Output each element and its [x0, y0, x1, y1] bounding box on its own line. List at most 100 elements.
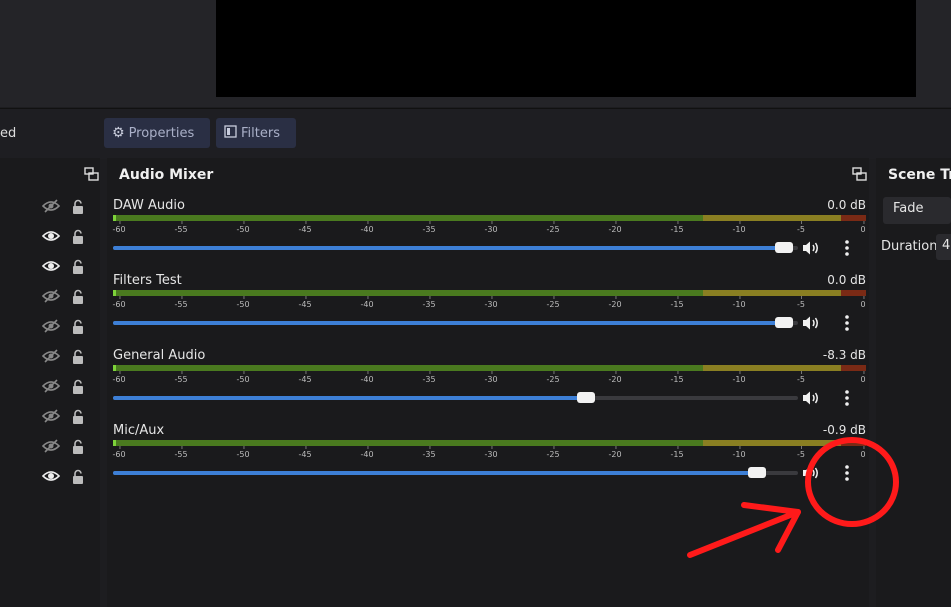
undock-icon[interactable]: [852, 167, 867, 181]
tick-label: -55: [174, 221, 188, 234]
volume-slider[interactable]: [113, 242, 798, 253]
undock-icon[interactable]: [84, 167, 99, 181]
properties-button[interactable]: ⚙ Properties: [104, 118, 210, 148]
kebab-menu-icon[interactable]: [840, 239, 854, 257]
tick-label: -50: [236, 296, 250, 309]
tick-label: -5: [797, 221, 805, 234]
volume-slider[interactable]: [113, 317, 798, 328]
eye-slash-icon[interactable]: [41, 319, 61, 337]
filters-label: Filters: [241, 125, 280, 141]
channel-db-readout: 0.0 dB: [827, 273, 866, 287]
eye-icon[interactable]: [41, 229, 61, 247]
tick-label: -30: [484, 296, 498, 309]
lock-icon[interactable]: [71, 289, 85, 309]
tick-label: -40: [360, 296, 374, 309]
eye-slash-icon[interactable]: [41, 409, 61, 427]
channel-name: Mic/Aux: [113, 423, 165, 438]
filters-button[interactable]: Filters: [216, 118, 296, 148]
tick-label: -60: [112, 221, 126, 234]
meter-scale: -60 -55 -50 -45 -40 -35 -30 -25 -20 -15 -10 -5 0: [112, 371, 866, 389]
speaker-icon[interactable]: [802, 390, 820, 406]
volume-slider-handle[interactable]: [747, 467, 766, 478]
eye-slash-icon[interactable]: [41, 439, 61, 457]
tick-label: -35: [422, 296, 436, 309]
tick-label: -40: [360, 446, 374, 459]
meter-scale: -60 -55 -50 -45 -40 -35 -30 -25 -20 -15 -10 -5 0: [112, 446, 866, 464]
tick-label: 0: [860, 371, 866, 384]
kebab-menu-icon[interactable]: [840, 389, 854, 407]
tick-label: -40: [360, 221, 374, 234]
tick-label: -20: [608, 371, 622, 384]
tick-label: -5: [797, 296, 805, 309]
tick-label: -25: [546, 296, 560, 309]
eye-slash-icon[interactable]: [41, 349, 61, 367]
volume-slider-handle[interactable]: [576, 392, 595, 403]
tick-label: -50: [236, 221, 250, 234]
duration-input[interactable]: 4: [936, 234, 951, 260]
preview-canvas[interactable]: [216, 0, 916, 97]
gear-icon: ⚙: [112, 125, 125, 141]
scene-transitions-title: Scene Tra: [888, 167, 951, 183]
tick-label: -45: [298, 221, 312, 234]
speaker-icon[interactable]: [802, 465, 820, 481]
lock-icon[interactable]: [71, 349, 85, 369]
tick-label: -10: [732, 371, 746, 384]
eye-icon[interactable]: [41, 259, 61, 277]
tick-label: -10: [732, 296, 746, 309]
tick-label: -45: [298, 446, 312, 459]
lock-icon[interactable]: [71, 439, 85, 459]
tick-label: -60: [112, 446, 126, 459]
tick-label: -40: [360, 371, 374, 384]
kebab-menu-icon[interactable]: [840, 464, 854, 482]
volume-meter: [113, 365, 866, 371]
tick-label: -45: [298, 371, 312, 384]
kebab-menu-icon[interactable]: [840, 314, 854, 332]
tick-label: 0: [860, 221, 866, 234]
tick-label: -20: [608, 296, 622, 309]
tick-label: -30: [484, 221, 498, 234]
lock-icon[interactable]: [71, 199, 85, 219]
volume-slider-handle[interactable]: [775, 317, 794, 328]
tick-label: -25: [546, 446, 560, 459]
eye-slash-icon[interactable]: [41, 289, 61, 307]
tick-label: -30: [484, 446, 498, 459]
speaker-icon[interactable]: [802, 240, 820, 256]
tick-label: -50: [236, 446, 250, 459]
lock-icon[interactable]: [71, 319, 85, 339]
tick-label: -15: [670, 296, 684, 309]
eye-slash-icon[interactable]: [41, 199, 61, 217]
meter-scale: -60 -55 -50 -45 -40 -35 -30 -25 -20 -15 -10 -5 0: [112, 221, 866, 239]
properties-label: Properties: [128, 125, 195, 141]
eye-slash-icon[interactable]: [41, 379, 61, 397]
lock-icon[interactable]: [71, 379, 85, 399]
channel-db-readout: -0.9 dB: [822, 423, 866, 437]
channel-name: DAW Audio: [113, 198, 185, 213]
toolbar-source-label: ed: [0, 126, 17, 141]
transition-select[interactable]: Fade: [883, 197, 951, 224]
tick-label: -15: [670, 221, 684, 234]
lock-icon[interactable]: [71, 409, 85, 429]
tick-label: -30: [484, 371, 498, 384]
tick-label: -15: [670, 371, 684, 384]
tick-label: -55: [174, 296, 188, 309]
tick-label: -50: [236, 371, 250, 384]
lock-icon[interactable]: [71, 229, 85, 249]
volume-slider[interactable]: [113, 392, 798, 403]
tick-label: -35: [422, 371, 436, 384]
volume-meter: [113, 290, 866, 296]
scene-transitions-panel: [876, 158, 951, 607]
tick-label: -5: [797, 446, 805, 459]
volume-slider-handle[interactable]: [775, 242, 794, 253]
lock-icon[interactable]: [71, 259, 85, 279]
tick-label: -10: [732, 446, 746, 459]
tick-label: 0: [860, 296, 866, 309]
volume-meter: [113, 215, 866, 221]
lock-icon[interactable]: [71, 469, 85, 489]
eye-icon[interactable]: [41, 469, 61, 487]
speaker-icon[interactable]: [802, 315, 820, 331]
tick-label: -35: [422, 221, 436, 234]
tick-label: -60: [112, 371, 126, 384]
tick-label: -10: [732, 221, 746, 234]
volume-slider[interactable]: [113, 467, 798, 478]
tick-label: -35: [422, 446, 436, 459]
